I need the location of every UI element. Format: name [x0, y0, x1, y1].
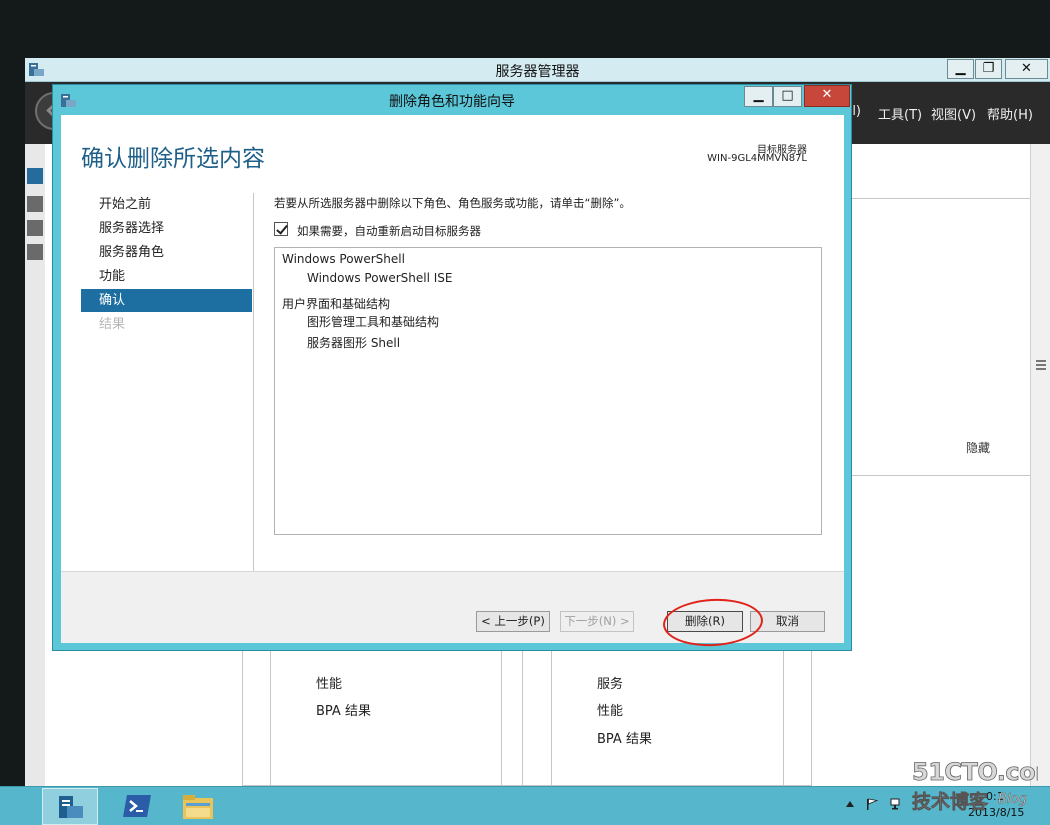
previous-button[interactable]: < 上一步(P) — [476, 611, 550, 632]
powershell-icon — [123, 795, 151, 817]
remove-roles-wizard: 删除角色和功能向导 ▁ □ ✕ 确认删除所选内容 目标服务器 WIN-9GL4M… — [52, 84, 852, 651]
wizard-title: 删除角色和功能向导 — [389, 94, 515, 110]
all-servers-icon[interactable] — [27, 220, 43, 236]
restart-checkbox-label[interactable]: 如果需要，自动重新启动目标服务器 — [297, 223, 481, 239]
wizard-minimize-button[interactable]: ▁ — [744, 86, 773, 107]
taskbar-server-manager[interactable] — [42, 788, 98, 825]
hide-link[interactable]: 隐藏 — [966, 439, 990, 456]
tile-b-bpa-results[interactable]: BPA 结果 — [597, 728, 652, 747]
removal-list[interactable]: Windows PowerShell Windows PowerShell IS… — [274, 247, 822, 535]
list-item: 服务器图形 Shell — [307, 336, 401, 350]
restart-checkbox[interactable] — [274, 222, 288, 236]
list-item: 用户界面和基础结构 — [282, 297, 391, 311]
server-tile-a-inner: 性能 BPA 结果 — [270, 649, 502, 786]
taskbar: 0:1 2013/8/15 — [0, 786, 1050, 825]
scroll-grip-icon[interactable] — [1036, 360, 1046, 370]
server-manager-titlebar[interactable]: 服务器管理器 ▁ ❐ ✕ — [25, 58, 1050, 82]
tile-b-services[interactable]: 服务 — [597, 673, 623, 692]
next-button: 下一步(N) > — [560, 611, 634, 632]
show-hidden-icons-icon[interactable] — [846, 801, 854, 807]
wizard-titlebar[interactable]: 删除角色和功能向导 ▁ □ ✕ — [53, 85, 851, 115]
steps-divider — [253, 193, 254, 579]
step-results: 结果 — [99, 317, 126, 332]
server-manager-title: 服务器管理器 — [495, 64, 580, 80]
restore-button[interactable]: ❐ — [975, 59, 1002, 79]
step-confirmation[interactable]: 确认 — [81, 289, 252, 312]
welcome-panel: 隐藏 — [850, 198, 1031, 476]
server-tile-a: 性能 BPA 结果 — [242, 649, 526, 786]
vertical-scrollbar[interactable] — [1030, 144, 1050, 786]
destination-server-name: WIN-9GL4MMVN87L — [707, 153, 807, 164]
action-center-flag-icon[interactable] — [866, 798, 878, 810]
tile-a-performance[interactable]: 性能 — [316, 673, 342, 692]
server-manager-icon — [59, 796, 83, 818]
server-tile-b: 服务 性能 BPA 结果 — [522, 649, 812, 786]
dashboard-icon[interactable] — [27, 168, 43, 184]
close-button[interactable]: ✕ — [1005, 59, 1048, 79]
taskbar-file-explorer[interactable] — [168, 788, 224, 825]
clock-time[interactable]: 0:1 — [986, 790, 1004, 803]
tile-b-performance[interactable]: 性能 — [597, 700, 623, 719]
menu-view[interactable]: 视图(V) — [931, 104, 976, 123]
step-server-roles[interactable]: 服务器角色 — [81, 241, 252, 264]
menu-help[interactable]: 帮助(H) — [987, 104, 1033, 123]
menu-tools[interactable]: 工具(T) — [878, 104, 922, 123]
list-item: 图形管理工具和基础结构 — [307, 315, 440, 329]
list-item: Windows PowerShell ISE — [307, 271, 453, 285]
step-server-selection[interactable]: 服务器选择 — [81, 217, 252, 240]
step-before-you-begin[interactable]: 开始之前 — [81, 193, 252, 216]
taskbar-powershell[interactable] — [108, 788, 164, 825]
wizard-close-button[interactable]: ✕ — [804, 85, 850, 107]
wizard-maximize-button[interactable]: □ — [773, 86, 802, 107]
instruction-text: 若要从所选服务器中删除以下角色、角色服务或功能，请单击“删除”。 — [274, 196, 631, 210]
tile-a-bpa-results[interactable]: BPA 结果 — [316, 700, 371, 719]
clock-date[interactable]: 2013/8/15 — [968, 806, 1024, 819]
server-tile-b-inner: 服务 性能 BPA 结果 — [551, 649, 784, 786]
minimize-button[interactable]: ▁ — [947, 59, 974, 79]
network-icon[interactable] — [890, 798, 904, 810]
file-services-icon[interactable] — [27, 244, 43, 260]
page-title: 确认删除所选内容 — [81, 146, 265, 172]
file-explorer-icon — [183, 795, 213, 819]
local-server-icon[interactable] — [27, 196, 43, 212]
list-item: Windows PowerShell — [282, 252, 405, 266]
wizard-body: 确认删除所选内容 目标服务器 WIN-9GL4MMVN87L 开始之前 服务器选… — [61, 115, 844, 643]
server-manager-nav — [25, 144, 45, 786]
step-features[interactable]: 功能 — [81, 265, 252, 288]
